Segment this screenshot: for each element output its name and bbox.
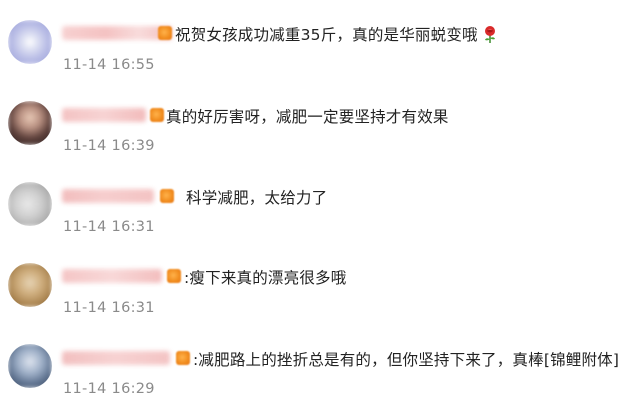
user-badge-icon: [176, 351, 190, 365]
user-badge-icon: [158, 26, 172, 40]
comment-item: 科学减肥，太给力了 11-14 16:31: [0, 162, 640, 242]
username-redacted[interactable]: [62, 189, 154, 203]
comment-text: 真的好厉害呀，减肥一定要坚持才有效果: [166, 108, 449, 126]
comment-text: 祝贺女孩成功减重35斤，真的是华丽蜕变哦: [175, 23, 498, 45]
comment-item: 真的好厉害呀，减肥一定要坚持才有效果 11-14 16:39: [0, 81, 640, 161]
comment-item: :瘦下来真的漂亮很多哦 11-14 16:31: [0, 243, 640, 323]
username-redacted[interactable]: [62, 26, 172, 40]
avatar[interactable]: [8, 101, 52, 145]
comment-timestamp: 11-14 16:29: [63, 381, 155, 397]
comment-text: :减肥路上的挫折总是有的，但你坚持下来了，真棒[锦鲤附体]: [193, 351, 620, 369]
comment-item: 祝贺女孩成功减重35斤，真的是华丽蜕变哦 11-14 16:55: [0, 0, 640, 80]
user-badge-icon: [167, 269, 181, 283]
comment-timestamp: 11-14 16:55: [63, 57, 155, 73]
comment-list: 祝贺女孩成功减重35斤，真的是华丽蜕变哦 11-14 16:55 真的好厉害呀，…: [0, 0, 640, 406]
username-redacted[interactable]: [62, 351, 170, 365]
username-redacted[interactable]: [62, 269, 162, 283]
avatar[interactable]: [8, 263, 52, 307]
avatar[interactable]: [8, 344, 52, 388]
avatar[interactable]: [8, 182, 52, 226]
comment-timestamp: 11-14 16:31: [63, 300, 155, 316]
user-badge-icon: [150, 108, 164, 122]
comment-text: :瘦下来真的漂亮很多哦: [184, 269, 347, 287]
username-redacted[interactable]: [62, 108, 146, 122]
rose-icon: [484, 26, 495, 43]
comment-timestamp: 11-14 16:31: [63, 219, 155, 235]
avatar[interactable]: [8, 20, 52, 64]
user-badge-icon: [160, 189, 174, 203]
comment-timestamp: 11-14 16:39: [63, 138, 155, 154]
comment-text: 科学减肥，太给力了: [186, 189, 328, 207]
comment-item: :减肥路上的挫折总是有的，但你坚持下来了，真棒[锦鲤附体] 11-14 16:2…: [0, 324, 640, 404]
